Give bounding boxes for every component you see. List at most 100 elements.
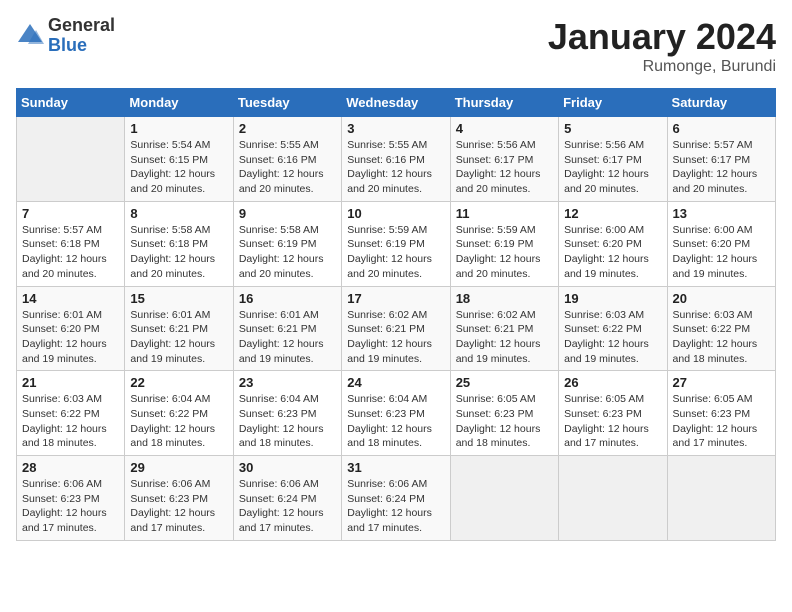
day-info: Sunrise: 5:55 AM Sunset: 6:16 PM Dayligh…	[347, 138, 444, 197]
day-number: 17	[347, 291, 444, 306]
day-number: 22	[130, 375, 227, 390]
calendar-week-row: 28 Sunrise: 6:06 AM Sunset: 6:23 PM Dayli…	[17, 456, 776, 541]
day-info: Sunrise: 5:56 AM Sunset: 6:17 PM Dayligh…	[564, 138, 661, 197]
weekday-header: Friday	[559, 89, 667, 117]
calendar-cell: 29Sunrise: 6:06 AM Sunset: 6:23 PM Dayli…	[125, 456, 233, 541]
day-info: Sunrise: 5:59 AM Sunset: 6:19 PM Dayligh…	[347, 223, 444, 282]
day-info: Sunrise: 6:06 AM Sunset: 6:23 PM Dayligh…	[130, 477, 227, 536]
day-info: Sunrise: 6:04 AM Sunset: 6:23 PM Dayligh…	[239, 392, 336, 451]
day-info: Sunrise: 6:04 AM Sunset: 6:23 PM Dayligh…	[347, 392, 444, 451]
day-number: 30	[239, 460, 336, 475]
day-info: Sunrise: 5:56 AM Sunset: 6:17 PM Dayligh…	[456, 138, 553, 197]
calendar-week-row: 21 Sunrise: 6:03 AM Sunset: 6:22 PM Dayli…	[17, 371, 776, 456]
calendar-cell: 23 Sunrise: 6:04 AM Sunset: 6:23 PM Dayli…	[233, 371, 341, 456]
calendar-cell: 18 Sunrise: 6:02 AM Sunset: 6:21 PM Dayli…	[450, 286, 558, 371]
day-info: Sunrise: 6:04 AM Sunset: 6:22 PM Dayligh…	[130, 392, 227, 451]
calendar-cell: 16Sunrise: 6:01 AM Sunset: 6:21 PM Dayli…	[233, 286, 341, 371]
calendar-cell: 12Sunrise: 6:00 AM Sunset: 6:20 PM Dayli…	[559, 201, 667, 286]
day-number: 2	[239, 121, 336, 136]
calendar-cell: 31 Sunrise: 6:06 AM Sunset: 6:24 PM Dayli…	[342, 456, 450, 541]
calendar-cell: 7Sunrise: 5:57 AM Sunset: 6:18 PM Daylig…	[17, 201, 125, 286]
day-number: 11	[456, 206, 553, 221]
calendar-cell: 9 Sunrise: 5:58 AM Sunset: 6:19 PM Daylig…	[233, 201, 341, 286]
calendar-cell: 14Sunrise: 6:01 AM Sunset: 6:20 PM Dayli…	[17, 286, 125, 371]
day-number: 20	[673, 291, 770, 306]
day-number: 3	[347, 121, 444, 136]
day-number: 28	[22, 460, 119, 475]
title-block: January 2024 Rumonge, Burundi	[548, 16, 776, 76]
day-info: Sunrise: 6:00 AM Sunset: 6:20 PM Dayligh…	[564, 223, 661, 282]
weekday-header: Sunday	[17, 89, 125, 117]
day-info: Sunrise: 6:06 AM Sunset: 6:23 PM Dayligh…	[22, 477, 119, 536]
day-number: 25	[456, 375, 553, 390]
calendar-week-row: 7Sunrise: 5:57 AM Sunset: 6:18 PM Daylig…	[17, 201, 776, 286]
page-header: General Blue January 2024 Rumonge, Burun…	[16, 16, 776, 76]
day-number: 27	[673, 375, 770, 390]
calendar-cell: 3 Sunrise: 5:55 AM Sunset: 6:16 PM Daylig…	[342, 117, 450, 202]
calendar-cell: 2Sunrise: 5:55 AM Sunset: 6:16 PM Daylig…	[233, 117, 341, 202]
calendar-cell: 10 Sunrise: 5:59 AM Sunset: 6:19 PM Dayli…	[342, 201, 450, 286]
day-info: Sunrise: 6:05 AM Sunset: 6:23 PM Dayligh…	[673, 392, 770, 451]
day-info: Sunrise: 5:58 AM Sunset: 6:18 PM Dayligh…	[130, 223, 227, 282]
calendar-cell	[450, 456, 558, 541]
weekday-header: Thursday	[450, 89, 558, 117]
day-number: 18	[456, 291, 553, 306]
weekday-header: Tuesday	[233, 89, 341, 117]
calendar-cell: 1Sunrise: 5:54 AM Sunset: 6:15 PM Daylig…	[125, 117, 233, 202]
calendar-cell: 6 Sunrise: 5:57 AM Sunset: 6:17 PM Daylig…	[667, 117, 775, 202]
calendar-cell: 17 Sunrise: 6:02 AM Sunset: 6:21 PM Dayli…	[342, 286, 450, 371]
day-info: Sunrise: 6:01 AM Sunset: 6:20 PM Dayligh…	[22, 308, 119, 367]
day-info: Sunrise: 6:05 AM Sunset: 6:23 PM Dayligh…	[456, 392, 553, 451]
calendar-title: January 2024	[548, 16, 776, 58]
calendar-cell: 22 Sunrise: 6:04 AM Sunset: 6:22 PM Dayli…	[125, 371, 233, 456]
calendar-cell	[17, 117, 125, 202]
day-number: 5	[564, 121, 661, 136]
logo: General Blue	[16, 16, 115, 56]
calendar-cell: 11Sunrise: 5:59 AM Sunset: 6:19 PM Dayli…	[450, 201, 558, 286]
day-info: Sunrise: 6:00 AM Sunset: 6:20 PM Dayligh…	[673, 223, 770, 282]
calendar-cell: 4Sunrise: 5:56 AM Sunset: 6:17 PM Daylig…	[450, 117, 558, 202]
day-number: 9	[239, 206, 336, 221]
calendar-cell: 26Sunrise: 6:05 AM Sunset: 6:23 PM Dayli…	[559, 371, 667, 456]
day-info: Sunrise: 6:06 AM Sunset: 6:24 PM Dayligh…	[347, 477, 444, 536]
logo-general: General	[48, 16, 115, 36]
day-info: Sunrise: 6:06 AM Sunset: 6:24 PM Dayligh…	[239, 477, 336, 536]
day-info: Sunrise: 6:03 AM Sunset: 6:22 PM Dayligh…	[673, 308, 770, 367]
day-number: 26	[564, 375, 661, 390]
calendar-cell: 5 Sunrise: 5:56 AM Sunset: 6:17 PM Daylig…	[559, 117, 667, 202]
day-info: Sunrise: 6:01 AM Sunset: 6:21 PM Dayligh…	[239, 308, 336, 367]
day-info: Sunrise: 6:03 AM Sunset: 6:22 PM Dayligh…	[564, 308, 661, 367]
calendar-cell: 30 Sunrise: 6:06 AM Sunset: 6:24 PM Dayli…	[233, 456, 341, 541]
day-number: 10	[347, 206, 444, 221]
day-info: Sunrise: 6:03 AM Sunset: 6:22 PM Dayligh…	[22, 392, 119, 451]
logo-text: General Blue	[48, 16, 115, 56]
day-number: 21	[22, 375, 119, 390]
day-info: Sunrise: 6:02 AM Sunset: 6:21 PM Dayligh…	[347, 308, 444, 367]
calendar-cell: 24 Sunrise: 6:04 AM Sunset: 6:23 PM Dayli…	[342, 371, 450, 456]
day-number: 13	[673, 206, 770, 221]
logo-blue: Blue	[48, 36, 115, 56]
day-number: 23	[239, 375, 336, 390]
weekday-row: SundayMondayTuesdayWednesdayThursdayFrid…	[17, 89, 776, 117]
day-info: Sunrise: 5:58 AM Sunset: 6:19 PM Dayligh…	[239, 223, 336, 282]
weekday-header: Wednesday	[342, 89, 450, 117]
day-number: 31	[347, 460, 444, 475]
day-info: Sunrise: 5:57 AM Sunset: 6:17 PM Dayligh…	[673, 138, 770, 197]
day-info: Sunrise: 5:57 AM Sunset: 6:18 PM Dayligh…	[22, 223, 119, 282]
day-number: 24	[347, 375, 444, 390]
day-number: 8	[130, 206, 227, 221]
calendar-week-row: 14Sunrise: 6:01 AM Sunset: 6:20 PM Dayli…	[17, 286, 776, 371]
calendar-cell: 13 Sunrise: 6:00 AM Sunset: 6:20 PM Dayli…	[667, 201, 775, 286]
calendar-cell: 21 Sunrise: 6:03 AM Sunset: 6:22 PM Dayli…	[17, 371, 125, 456]
calendar-header: SundayMondayTuesdayWednesdayThursdayFrid…	[17, 89, 776, 117]
calendar-cell: 25 Sunrise: 6:05 AM Sunset: 6:23 PM Dayli…	[450, 371, 558, 456]
calendar-cell: 15Sunrise: 6:01 AM Sunset: 6:21 PM Dayli…	[125, 286, 233, 371]
day-info: Sunrise: 6:01 AM Sunset: 6:21 PM Dayligh…	[130, 308, 227, 367]
calendar-subtitle: Rumonge, Burundi	[548, 58, 776, 76]
day-info: Sunrise: 6:02 AM Sunset: 6:21 PM Dayligh…	[456, 308, 553, 367]
day-number: 6	[673, 121, 770, 136]
calendar-cell: 19 Sunrise: 6:03 AM Sunset: 6:22 PM Dayli…	[559, 286, 667, 371]
day-number: 19	[564, 291, 661, 306]
calendar-cell	[667, 456, 775, 541]
day-number: 1	[130, 121, 227, 136]
